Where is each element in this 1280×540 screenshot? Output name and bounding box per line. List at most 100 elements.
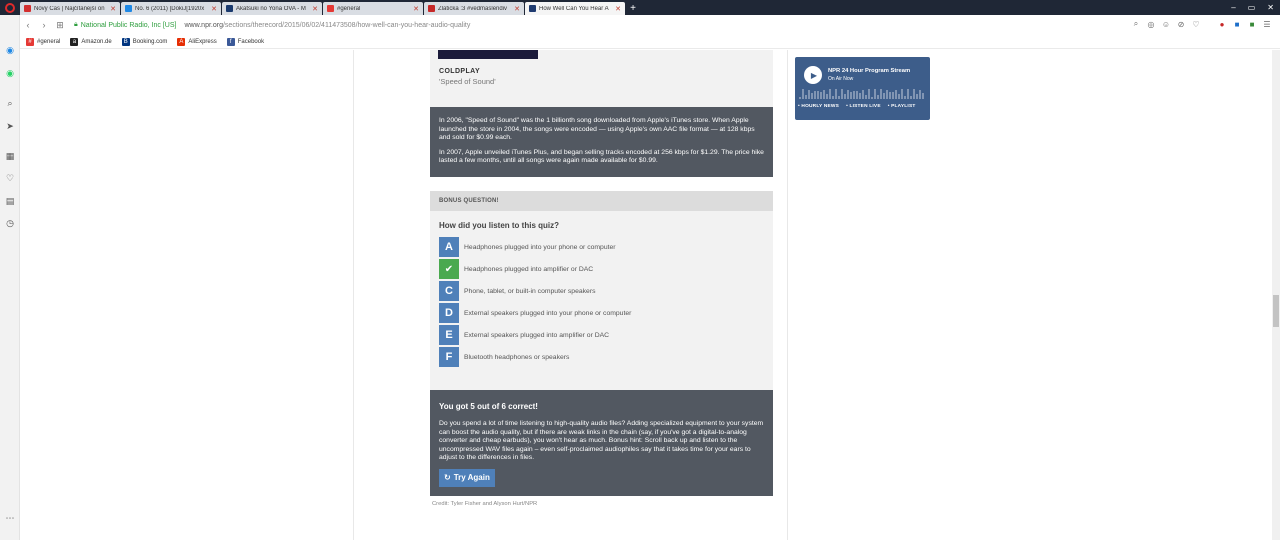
bookmark-item[interactable]: a Amazon.de bbox=[70, 37, 112, 46]
close-tab-icon[interactable]: ✕ bbox=[110, 5, 116, 13]
bookmark-item[interactable]: A AliExpress bbox=[177, 37, 217, 46]
close-tab-icon[interactable]: ✕ bbox=[514, 5, 520, 13]
browser-window: Nový Čas | Najčítanejší on ✕ No. 6 (2011) … bbox=[0, 0, 1280, 540]
extension-square-icon[interactable]: ■ bbox=[1232, 19, 1242, 29]
window-controls: – ▭ ✕ bbox=[1231, 0, 1274, 15]
history-icon[interactable]: ◷ bbox=[4, 217, 16, 229]
waveform-bar bbox=[808, 89, 810, 99]
song-card: COLDPLAY 'Speed of Sound' bbox=[430, 50, 773, 107]
waveform-bar bbox=[847, 89, 849, 99]
quiz-credit: Credit: Tyler Fisher and Alyson Hurt/NPR bbox=[432, 501, 538, 507]
answer-option[interactable]: C Phone, tablet, or built-in computer spe… bbox=[439, 281, 764, 301]
waveform-bar bbox=[907, 89, 909, 99]
browser-tab[interactable]: #general ✕ bbox=[323, 2, 423, 15]
send-icon[interactable]: ➤ bbox=[4, 120, 16, 132]
waveform-bar bbox=[856, 90, 858, 99]
maximize-icon[interactable]: ▭ bbox=[1248, 0, 1256, 15]
player-link[interactable]: • PLAYLIST bbox=[888, 104, 916, 109]
url-path: /sections/therecord/2015/06/02/411473508… bbox=[222, 21, 471, 29]
scrollbar-thumb[interactable] bbox=[1273, 295, 1279, 327]
song-artist: COLDPLAY bbox=[439, 68, 481, 75]
url-domain: www.npr.org bbox=[184, 21, 223, 29]
tab-title: Akatsuki no Yona OVA - M bbox=[236, 5, 306, 12]
waveform-bar bbox=[838, 96, 840, 99]
waveform-bar bbox=[811, 93, 813, 99]
bookmark-label: Amazon.de bbox=[81, 38, 112, 45]
play-icon[interactable]: ▶ bbox=[804, 66, 822, 84]
waveform-bar bbox=[877, 95, 879, 99]
browser-tab[interactable]: How Well Can You Hear A ✕ bbox=[525, 2, 625, 15]
browser-tab[interactable]: Akatsuki no Yona OVA - M ✕ bbox=[222, 2, 322, 15]
extension-green-icon[interactable]: ■ bbox=[1247, 19, 1257, 29]
speed-dial-icon[interactable]: ▦ bbox=[4, 150, 16, 162]
try-again-button[interactable]: ↻ Try Again bbox=[439, 468, 495, 487]
heart-icon[interactable]: ♡ bbox=[4, 172, 16, 184]
forward-icon[interactable]: › bbox=[36, 20, 52, 30]
tab-favicon-icon bbox=[226, 5, 233, 12]
camera-icon[interactable]: ◎ bbox=[1146, 19, 1156, 29]
close-tab-icon[interactable]: ✕ bbox=[615, 5, 621, 13]
extension-badge-icon[interactable]: ● bbox=[1217, 19, 1227, 29]
whatsapp-icon[interactable]: ◉ bbox=[4, 67, 16, 79]
browser-tab[interactable]: Nový Čas | Najčítanejší on ✕ bbox=[20, 2, 120, 15]
player-link[interactable]: • LISTEN LIVE bbox=[846, 104, 881, 109]
player-link[interactable]: • HOURLY NEWS bbox=[798, 104, 839, 109]
close-tab-icon[interactable]: ✕ bbox=[312, 5, 318, 13]
bookmark-item[interactable]: f Facebook bbox=[226, 37, 264, 46]
waveform-bar bbox=[910, 96, 912, 99]
waveform-bar bbox=[859, 92, 861, 99]
tabs-grid-icon[interactable]: ⊞ bbox=[52, 20, 68, 31]
extensions: ⌕ ◎ ☺ ⊘ ♡ ● ■ ■ ☰ bbox=[1131, 19, 1272, 29]
answer-option[interactable]: D External speakers plugged into your pho… bbox=[439, 303, 764, 323]
site-identity[interactable]: 🔒︎ National Public Radio, Inc [US] bbox=[74, 21, 176, 29]
waveform-bar bbox=[799, 97, 801, 99]
option-letter: F bbox=[439, 347, 459, 367]
waveform-bar bbox=[883, 93, 885, 99]
waveform-bar bbox=[814, 90, 816, 99]
url-field[interactable]: www.npr.org/sections/therecord/2015/06/0… bbox=[184, 22, 470, 29]
profile-icon[interactable]: ☰ bbox=[1262, 19, 1272, 29]
back-icon[interactable]: ‹ bbox=[20, 20, 36, 30]
checkmark-icon: ✔ bbox=[439, 259, 459, 279]
browser-tab[interactable]: No. 6 (2011) [DokiJ[1920x ✕ bbox=[121, 2, 221, 15]
tab-favicon-icon bbox=[327, 5, 334, 12]
option-text: External speakers plugged into your phon… bbox=[464, 309, 632, 317]
close-window-icon[interactable]: ✕ bbox=[1267, 0, 1274, 15]
minimize-icon[interactable]: – bbox=[1231, 0, 1235, 15]
result-heading: You got 5 out of 6 correct! bbox=[439, 402, 538, 411]
browser-tab[interactable]: Zlaticka :3 #vedmaslendiv ✕ bbox=[424, 2, 524, 15]
answer-option[interactable]: ✔ Headphones plugged into amplifier or DA… bbox=[439, 259, 764, 279]
close-tab-icon[interactable]: ✕ bbox=[211, 5, 217, 13]
option-letter: C bbox=[439, 281, 459, 301]
close-tab-icon[interactable]: ✕ bbox=[413, 5, 419, 13]
page-scrollbar[interactable] bbox=[1272, 50, 1280, 540]
waveform-decoration bbox=[799, 89, 926, 99]
answer-option[interactable]: F Bluetooth headphones or speakers bbox=[439, 347, 764, 367]
option-text: External speakers plugged into amplifier… bbox=[464, 331, 610, 339]
emoji-icon[interactable]: ☺ bbox=[1161, 19, 1171, 29]
option-text: Bluetooth headphones or speakers bbox=[464, 353, 570, 361]
answer-option[interactable]: A Headphones plugged into your phone or c… bbox=[439, 237, 764, 257]
info-paragraph-2: In 2007, Apple unveiled iTunes Plus, and… bbox=[439, 148, 764, 165]
waveform-bar bbox=[922, 92, 924, 99]
new-tab-icon[interactable]: + bbox=[626, 2, 640, 15]
tab-favicon-icon bbox=[24, 5, 31, 12]
more-icon[interactable]: ⋯ bbox=[4, 512, 16, 524]
news-icon[interactable]: ▤ bbox=[4, 195, 16, 207]
bonus-question-text: How did you listen to this quiz? bbox=[439, 221, 559, 230]
waveform-bar bbox=[820, 92, 822, 99]
bonus-question: How did you listen to this quiz? A Headph… bbox=[430, 211, 773, 390]
sidebar: ◉ ◉ ⌕ ➤ ▦ ♡ ▤ ◷ ⋯ bbox=[0, 15, 20, 540]
ad-block-icon[interactable]: ⊘ bbox=[1176, 19, 1186, 29]
search-icon[interactable]: ⌕ bbox=[1131, 19, 1141, 29]
bookmark-item[interactable]: # #general bbox=[26, 37, 60, 46]
search-icon[interactable]: ⌕ bbox=[4, 97, 16, 109]
refresh-icon: ↻ bbox=[444, 473, 451, 483]
tab-strip: Nový Čas | Najčítanejší on ✕ No. 6 (2011) … bbox=[20, 2, 626, 15]
bookmark-item[interactable]: B Booking.com bbox=[121, 37, 167, 46]
opera-menu-icon[interactable] bbox=[0, 0, 20, 15]
bookmark-heart-icon[interactable]: ♡ bbox=[1191, 19, 1201, 29]
waveform-bar bbox=[802, 89, 804, 99]
messenger-icon[interactable]: ◉ bbox=[4, 44, 16, 56]
answer-option[interactable]: E External speakers plugged into amplifie… bbox=[439, 325, 764, 345]
